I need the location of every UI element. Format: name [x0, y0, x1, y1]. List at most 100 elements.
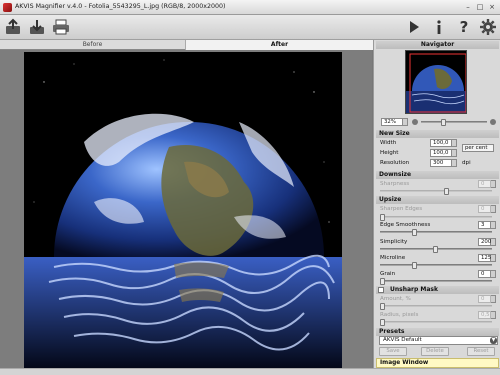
sharpness-slider[interactable]: [380, 188, 492, 195]
navigator-thumbnail: [406, 51, 466, 113]
radius-stepper[interactable]: [491, 311, 496, 319]
zoom-slider[interactable]: [421, 119, 487, 126]
tab-before[interactable]: Before: [0, 40, 186, 50]
height-label: Height: [380, 150, 399, 156]
print-icon: [53, 19, 69, 35]
radius-slider-knob[interactable]: [380, 319, 385, 326]
open-button[interactable]: [4, 18, 22, 36]
preset-delete-button[interactable]: Delete: [421, 347, 449, 356]
help-button[interactable]: ?: [455, 18, 473, 36]
print-button[interactable]: [52, 18, 70, 36]
navigator-preview[interactable]: [405, 50, 467, 114]
width-label: Width: [380, 140, 397, 146]
edge-smoothness-slider-knob[interactable]: [412, 229, 417, 236]
settings-panel: Navigator 32% New Size Width 100,0 Heigh…: [373, 40, 500, 368]
image-window[interactable]: [0, 50, 373, 368]
toolbar: ?: [0, 15, 500, 40]
width-stepper[interactable]: [452, 139, 457, 147]
zoom-slider-knob[interactable]: [441, 119, 446, 126]
radius-slider[interactable]: [380, 319, 492, 326]
grain-stepper[interactable]: [491, 270, 496, 278]
resolution-field[interactable]: 300: [430, 159, 452, 167]
close-button[interactable]: ×: [487, 2, 497, 12]
maximize-button[interactable]: □: [475, 2, 485, 12]
zoom-in-icon[interactable]: [490, 119, 496, 125]
grain-label: Grain: [380, 271, 396, 277]
resolution-label: Resolution: [380, 160, 410, 166]
sharpness-label: Sharpness: [380, 181, 410, 187]
status-bar: [0, 368, 500, 375]
run-icon: [410, 21, 419, 33]
edge-smoothness-stepper[interactable]: [491, 221, 496, 229]
chevron-down-icon: ▼: [490, 337, 497, 344]
microline-slider-knob[interactable]: [412, 262, 417, 269]
edge-smoothness-slider[interactable]: [380, 229, 492, 236]
sharpen-edges-slider[interactable]: [380, 214, 492, 221]
grain-slider[interactable]: [380, 278, 492, 285]
minimize-button[interactable]: –: [463, 2, 473, 12]
settings-icon: [480, 19, 496, 35]
height-stepper[interactable]: [452, 149, 457, 157]
title-bar: AKVIS Magnifier v.4.0 - Fotolia_5543295_…: [0, 0, 500, 15]
sharpness-slider-knob[interactable]: [444, 188, 449, 195]
presets-selected: AKVIS Default: [383, 337, 422, 343]
upsize-title: Upsize: [376, 196, 499, 204]
grain-field[interactable]: 0: [478, 270, 491, 278]
microline-stepper[interactable]: [491, 254, 496, 262]
window-title: AKVIS Magnifier v.4.0 - Fotolia_5543295_…: [15, 3, 226, 10]
sharpness-stepper[interactable]: [491, 180, 496, 188]
resolution-stepper[interactable]: [452, 159, 457, 167]
simplicity-field[interactable]: 200: [478, 238, 491, 246]
edge-smoothness-label: Edge Smoothness: [380, 222, 431, 228]
microline-slider[interactable]: [380, 262, 492, 269]
resolution-unit: dpi: [462, 160, 471, 166]
unsharp-mask-checkbox[interactable]: [378, 287, 384, 293]
microline-label: Microline: [380, 255, 406, 261]
settings-button[interactable]: [479, 18, 497, 36]
radius-field[interactable]: 0,5: [478, 311, 491, 319]
presets-title: Presets: [376, 328, 499, 336]
info-button[interactable]: [430, 18, 448, 36]
sharpen-edges-slider-knob[interactable]: [380, 214, 385, 221]
app-logo-icon: [3, 3, 12, 12]
height-field[interactable]: 100,0: [430, 149, 452, 157]
unsharp-mask-title: Unsharp Mask: [376, 286, 499, 294]
navigator-title: Navigator: [376, 41, 499, 49]
unit-select[interactable]: per cent: [462, 144, 494, 152]
save-button[interactable]: [28, 18, 46, 36]
preset-save-button[interactable]: Save: [379, 347, 407, 356]
tab-after[interactable]: After: [186, 40, 373, 50]
simplicity-slider-knob[interactable]: [433, 246, 438, 253]
amount-label: Amount, %: [380, 296, 411, 302]
radius-label: Radius, pixels: [380, 312, 419, 318]
simplicity-label: Simplicity: [380, 239, 408, 245]
open-icon: [6, 18, 20, 34]
downsize-title: Downsize: [376, 171, 499, 179]
preset-reset-button[interactable]: Reset: [467, 347, 495, 356]
zoom-field[interactable]: 32%: [381, 118, 403, 126]
edge-smoothness-field[interactable]: 3: [478, 221, 491, 229]
grain-slider-knob[interactable]: [380, 278, 385, 285]
sharpen-edges-label: Sharpen Edges: [380, 206, 423, 212]
run-button[interactable]: [405, 18, 423, 36]
earth-image: [24, 52, 342, 368]
presets-dropdown[interactable]: AKVIS Default ▼: [379, 336, 498, 345]
amount-field[interactable]: 0: [478, 295, 491, 303]
save-icon: [30, 20, 44, 34]
view-tabs: Before After: [0, 40, 373, 50]
sharpen-edges-stepper[interactable]: [491, 205, 496, 213]
earth-picture: [24, 52, 342, 368]
amount-stepper[interactable]: [491, 295, 496, 303]
zoom-out-icon[interactable]: [412, 119, 418, 125]
simplicity-stepper[interactable]: [491, 238, 496, 246]
simplicity-slider[interactable]: [380, 246, 492, 253]
new-size-title: New Size: [376, 130, 499, 138]
width-field[interactable]: 100,0: [430, 139, 452, 147]
amount-slider[interactable]: [380, 303, 492, 310]
info-icon: [437, 20, 441, 34]
sharpen-edges-field[interactable]: 0: [478, 205, 491, 213]
microline-field[interactable]: 125: [478, 254, 491, 262]
zoom-dropdown-icon[interactable]: [403, 118, 408, 126]
sharpness-field[interactable]: 0: [478, 180, 491, 188]
amount-slider-knob[interactable]: [380, 303, 385, 310]
